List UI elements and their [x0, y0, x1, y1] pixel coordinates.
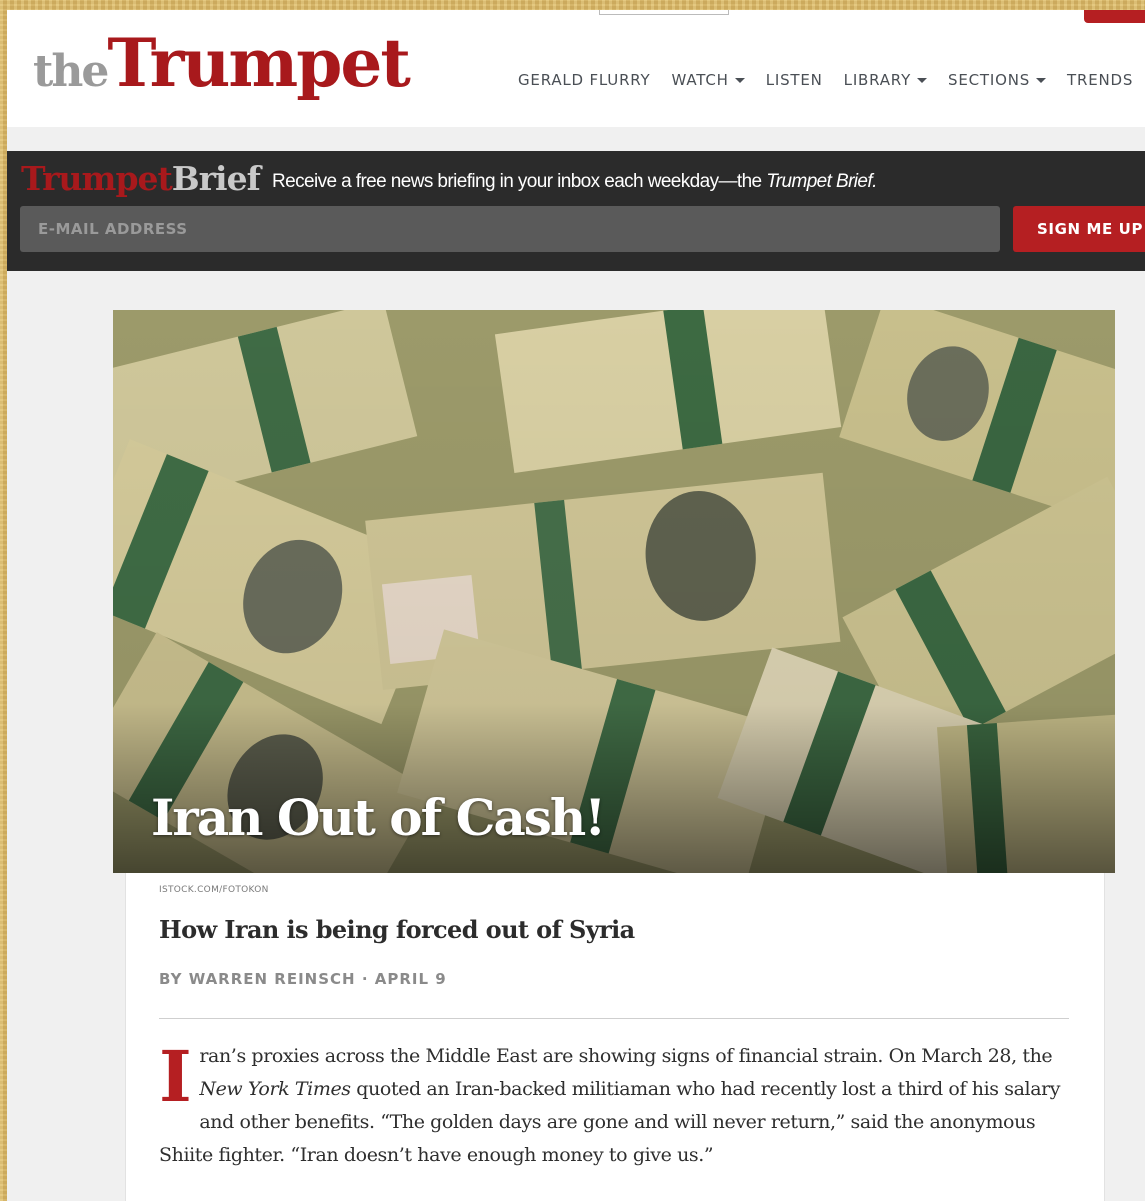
nav-item-gerald-flurry[interactable]: GERALD FLURRY	[518, 71, 651, 89]
nav-label: GERALD FLURRY	[518, 71, 651, 89]
dropcap: I	[159, 1035, 192, 1118]
caret-down-icon	[734, 77, 745, 83]
article-byline: BY WARREN REINSCH · APRIL 9	[159, 970, 447, 988]
article-card: ISTOCK.COM/FOTOKON How Iran is being for…	[125, 873, 1105, 1201]
photo-credit: ISTOCK.COM/FOTOKON	[159, 885, 269, 895]
newsletter-text: Receive a free news briefing in your inb…	[272, 171, 767, 192]
caret-down-icon	[1036, 77, 1047, 83]
nav-item-trends[interactable]: TRENDS	[1067, 71, 1133, 89]
nav-label: LIBRARY	[843, 71, 912, 89]
sign-me-up-button[interactable]: SIGN ME UP	[1013, 206, 1145, 252]
logo-the: the	[33, 46, 109, 97]
logo-trumpet: Trumpet	[107, 24, 411, 102]
top-red-tab[interactable]	[1084, 10, 1145, 23]
brief-logo-trumpet: Trumpet	[21, 159, 173, 198]
article-subtitle: How Iran is being forced out of Syria	[159, 915, 635, 944]
divider	[159, 1018, 1069, 1019]
nav-label: SECTIONS	[948, 71, 1031, 89]
hero-title: Iran Out of Cash!	[151, 788, 606, 847]
nav-item-listen[interactable]: LISTEN	[766, 71, 823, 89]
nav-label: TRENDS	[1067, 71, 1134, 89]
nav-item-library[interactable]: LIBRARY	[843, 71, 928, 89]
newsletter-description: Receive a free news briefing in your inb…	[272, 171, 877, 193]
caret-down-icon	[917, 77, 928, 83]
nav-label: WATCH	[671, 71, 729, 89]
site-logo[interactable]: theTrumpet	[33, 24, 411, 102]
nav-label: LISTEN	[765, 71, 823, 89]
nav-item-sections[interactable]: SECTIONS	[948, 71, 1047, 89]
newsletter-bar: TrumpetBrief Receive a free news briefin…	[7, 151, 1145, 271]
newsletter-text-italic: Trumpet Brief.	[766, 171, 877, 192]
page: theTrumpet GERALD FLURRY WATCH LISTEN LI…	[7, 10, 1145, 1201]
site-header: theTrumpet GERALD FLURRY WATCH LISTEN LI…	[7, 10, 1145, 127]
brief-logo-brief: Brief	[171, 159, 261, 198]
nav-item-watch[interactable]: WATCH	[672, 71, 745, 89]
body-text-italic: New York Times	[199, 1078, 351, 1100]
brief-logo: TrumpetBrief	[21, 159, 261, 198]
email-input[interactable]	[20, 206, 1000, 252]
body-text-part1: ran’s proxies across the Middle East are…	[199, 1045, 1053, 1067]
hero-image: Iran Out of Cash!	[113, 310, 1115, 873]
top-search-box[interactable]	[599, 10, 729, 15]
main-nav: GERALD FLURRY WATCH LISTEN LIBRARY SECTI…	[518, 71, 1133, 89]
article-body: Iran’s proxies across the Middle East ar…	[159, 1040, 1069, 1172]
